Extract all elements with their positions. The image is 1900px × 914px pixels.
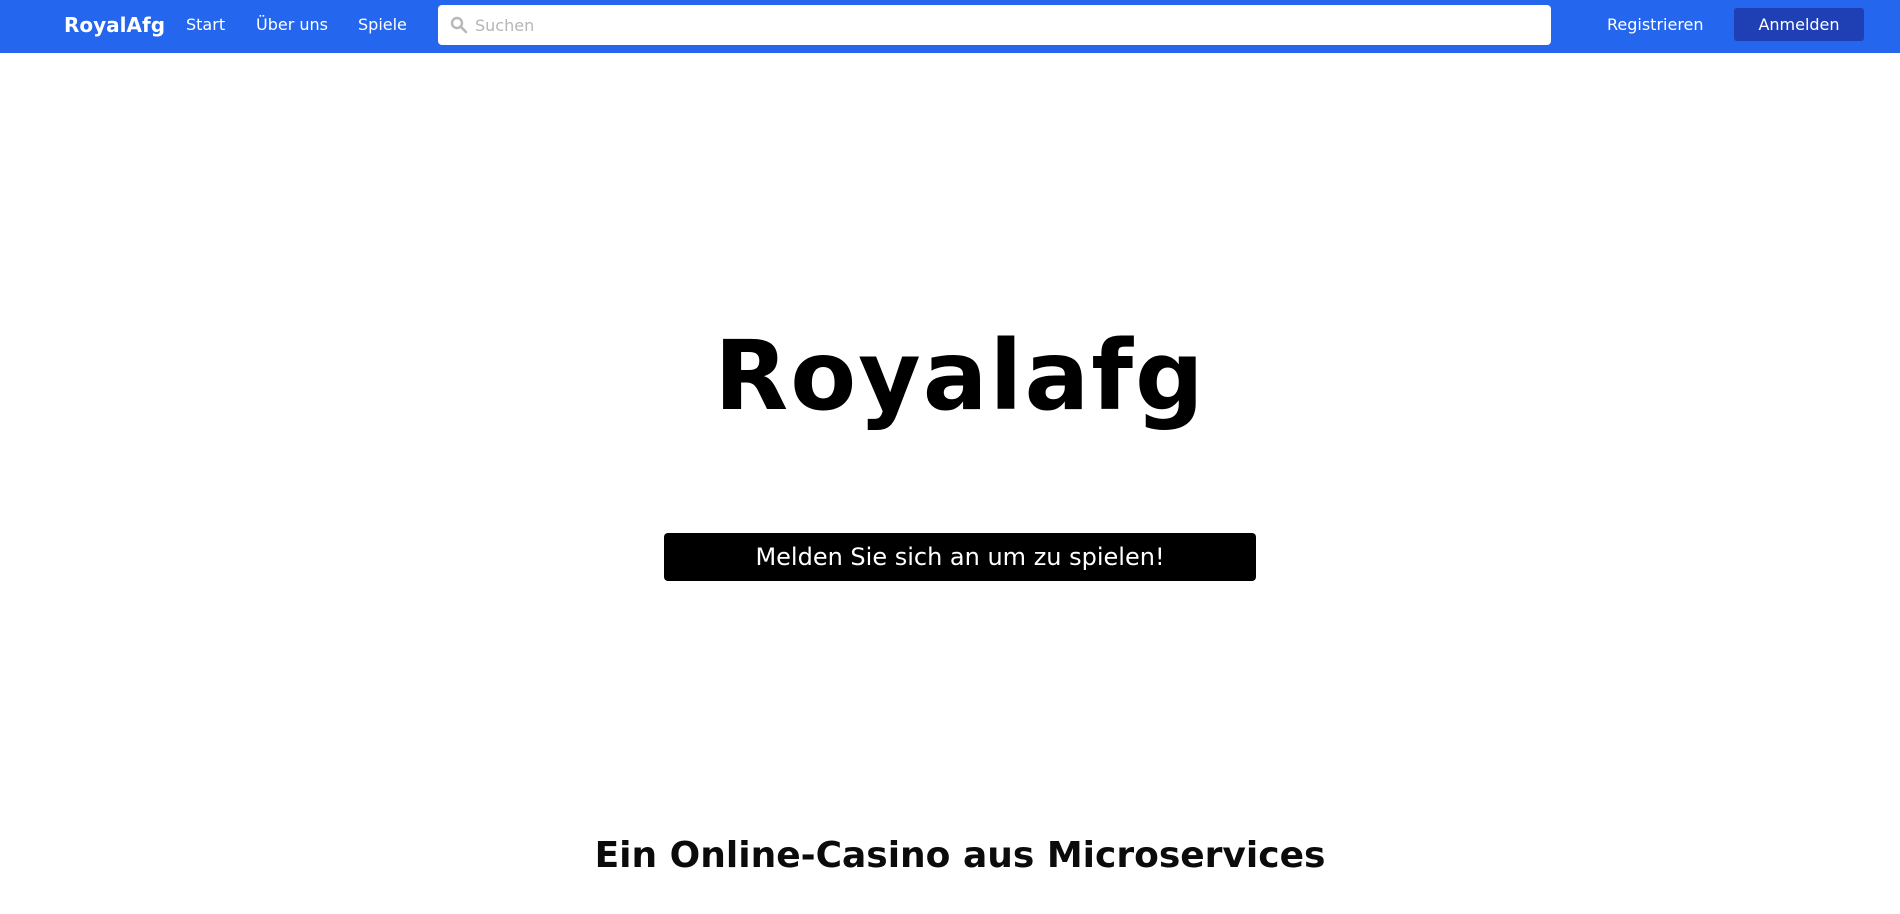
login-to-play-button[interactable]: Melden Sie sich an um zu spielen!	[664, 533, 1256, 581]
search-input[interactable]	[473, 5, 1538, 45]
search-box	[438, 5, 1551, 45]
nav-link-games[interactable]: Spiele	[358, 15, 407, 34]
brand-logo-link[interactable]: RoyalAfg	[64, 13, 165, 37]
section-heading: Ein Online-Casino aus Microservices	[594, 835, 1326, 876]
search-icon	[450, 16, 468, 34]
login-button[interactable]: Anmelden	[1734, 8, 1864, 41]
nav-link-start[interactable]: Start	[186, 15, 225, 34]
hero-title: Royalafg	[714, 320, 1206, 432]
top-navbar: RoyalAfg Start Über uns Spiele Registrie…	[0, 0, 1900, 53]
nav-link-about[interactable]: Über uns	[256, 15, 328, 34]
register-link[interactable]: Registrieren	[1607, 15, 1704, 34]
